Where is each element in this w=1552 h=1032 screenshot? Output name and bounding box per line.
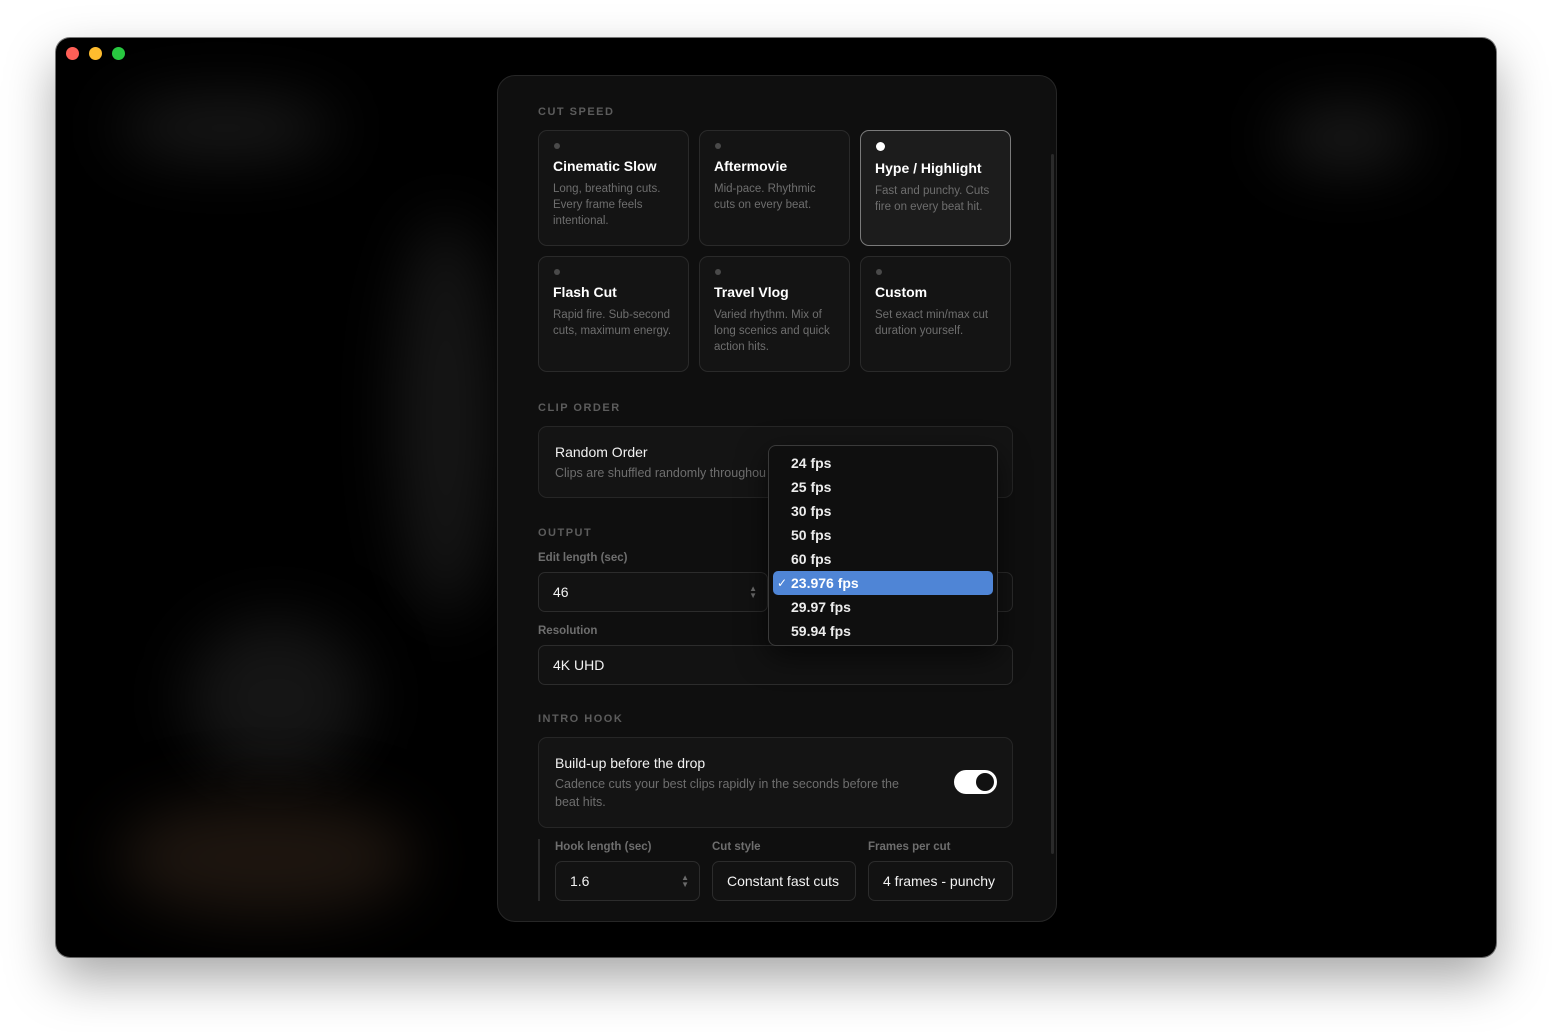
fps-option[interactable]: 59.94 fps [773, 619, 993, 643]
radio-dot-icon [715, 269, 721, 275]
frames-per-cut-select[interactable]: 4 frames - punchy [868, 861, 1013, 901]
cut-speed-card-travel-vlog[interactable]: Travel Vlog Varied rhythm. Mix of long s… [699, 256, 850, 372]
resolution-label: Resolution [538, 625, 598, 637]
card-title: Cinematic Slow [553, 158, 657, 174]
card-description: Set exact min/max cut duration yourself. [875, 309, 989, 337]
cut-style-select[interactable]: Constant fast cuts [712, 861, 856, 901]
minimize-button[interactable] [89, 47, 102, 60]
cut-speed-card-aftermovie[interactable]: Aftermovie Mid-pace. Rhythmic cuts on ev… [699, 130, 850, 246]
blurred-background [1276, 108, 1416, 168]
cut-speed-card-cinematic-slow[interactable]: Cinematic Slow Long, breathing cuts. Eve… [538, 130, 689, 246]
cut-speed-card-custom[interactable]: Custom Set exact min/max cut duration yo… [860, 256, 1011, 372]
zoom-button[interactable] [112, 47, 125, 60]
card-description: Long, breathing cuts. Every frame feels … [553, 183, 661, 227]
frames-per-cut-value: 4 frames - punchy [883, 873, 996, 889]
scrollbar[interactable] [1051, 154, 1054, 854]
stepper-icon[interactable]: ▲ ▼ [681, 874, 689, 889]
edit-length-input[interactable]: 46 ▲ ▼ [538, 572, 768, 612]
build-up-toggle[interactable] [954, 770, 997, 794]
fps-option[interactable]: 60 fps [773, 547, 993, 571]
checkmark-icon: ✓ [777, 576, 788, 590]
fps-option[interactable]: 25 fps [773, 475, 993, 499]
frame-rate-dropdown-menu: 24 fps 25 fps 30 fps 50 fps 60 fps ✓ 23.… [768, 445, 998, 646]
fps-option[interactable]: 24 fps [773, 451, 993, 475]
card-description: Mid-pace. Rhythmic cuts on every beat. [714, 183, 816, 211]
blurred-background [396, 218, 496, 618]
hook-length-label: Hook length (sec) [555, 841, 652, 853]
cut-speed-label: CUT SPEED [538, 106, 615, 118]
build-up-description: Cadence cuts your best clips rapidly in … [555, 777, 899, 809]
frames-per-cut-label: Frames per cut [868, 841, 951, 853]
resolution-value: 4K UHD [553, 657, 605, 673]
card-description: Rapid fire. Sub-second cuts, maximum ene… [553, 309, 672, 337]
output-label: OUTPUT [538, 527, 593, 539]
app-window: CUT SPEED Cinematic Slow Long, breathing… [56, 38, 1496, 957]
edit-length-label: Edit length (sec) [538, 552, 628, 564]
hook-length-value: 1.6 [570, 873, 590, 889]
cut-speed-card-hype-highlight[interactable]: Hype / Highlight Fast and punchy. Cuts f… [860, 130, 1011, 246]
build-up-row: Build-up before the drop Cadence cuts yo… [538, 737, 1013, 828]
clip-order-label: CLIP ORDER [538, 402, 621, 414]
fps-option[interactable]: 29.97 fps [773, 595, 993, 619]
blurred-background [116, 98, 336, 158]
radio-dot-icon [554, 143, 560, 149]
card-title: Aftermovie [714, 158, 788, 174]
radio-dot-icon [715, 143, 721, 149]
close-button[interactable] [66, 47, 79, 60]
hook-indent-bar [538, 839, 540, 901]
card-title: Flash Cut [553, 284, 617, 300]
random-order-title: Random Order [555, 444, 648, 460]
fps-option[interactable]: 30 fps [773, 499, 993, 523]
edit-length-value: 46 [553, 584, 569, 600]
stepper-icon[interactable]: ▲ ▼ [749, 585, 757, 600]
blurred-background [116, 798, 416, 918]
card-title: Hype / Highlight [875, 160, 982, 176]
intro-hook-label: INTRO HOOK [538, 713, 624, 725]
blurred-background [186, 618, 366, 778]
radio-dot-selected-icon [876, 142, 885, 151]
card-description: Varied rhythm. Mix of long scenics and q… [714, 309, 830, 353]
card-title: Travel Vlog [714, 284, 789, 300]
random-order-description: Clips are shuffled randomly throughou [555, 466, 767, 480]
radio-dot-icon [876, 269, 882, 275]
fps-option[interactable]: 50 fps [773, 523, 993, 547]
cut-style-label: Cut style [712, 841, 761, 853]
resolution-select[interactable]: 4K UHD [538, 645, 1013, 685]
hook-length-input[interactable]: 1.6 ▲ ▼ [555, 861, 700, 901]
fps-option-selected[interactable]: ✓ 23.976 fps [773, 571, 993, 595]
cut-style-value: Constant fast cuts [727, 873, 840, 889]
build-up-title: Build-up before the drop [555, 755, 706, 771]
card-description: Fast and punchy. Cuts fire on every beat… [875, 185, 990, 213]
cut-speed-card-flash-cut[interactable]: Flash Cut Rapid fire. Sub-second cuts, m… [538, 256, 689, 372]
radio-dot-icon [554, 269, 560, 275]
card-title: Custom [875, 284, 928, 300]
